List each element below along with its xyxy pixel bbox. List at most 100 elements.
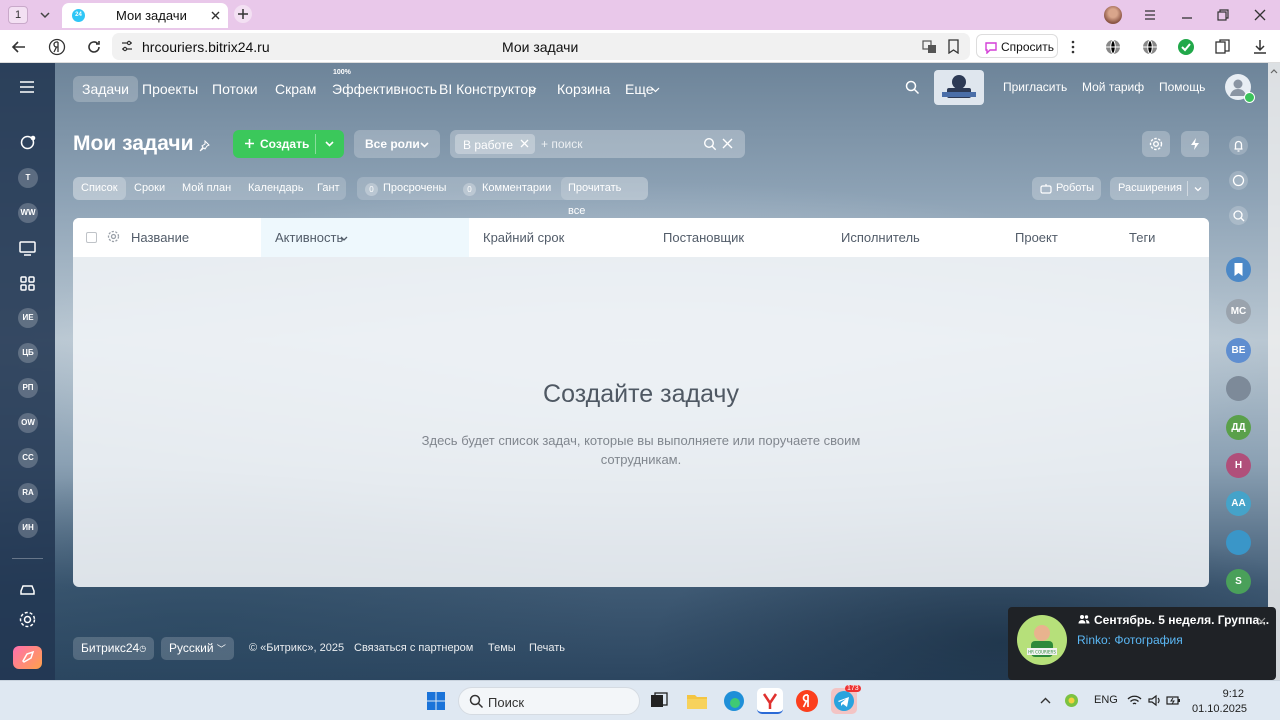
- menu-icon[interactable]: [1142, 7, 1158, 23]
- apps-grid-icon[interactable]: [18, 274, 37, 293]
- tab-deadlines[interactable]: Сроки: [134, 177, 165, 200]
- search-input[interactable]: + поиск: [541, 137, 582, 151]
- globe-icon[interactable]: [1141, 38, 1159, 56]
- create-task-button[interactable]: Создать: [233, 130, 344, 158]
- windows-start-icon[interactable]: [426, 691, 446, 711]
- settings-gear-icon[interactable]: [18, 610, 37, 629]
- column-header[interactable]: Проект: [1015, 230, 1058, 245]
- reload-icon[interactable]: [85, 38, 103, 56]
- tab-my-plan[interactable]: Мой план: [182, 177, 231, 200]
- sidebar-chat-avatar[interactable]: WW: [18, 203, 38, 223]
- chat-avatar[interactable]: S: [1226, 569, 1251, 594]
- edge-browser-icon[interactable]: [721, 688, 747, 714]
- sidebar-chat-avatar[interactable]: OW: [18, 413, 38, 433]
- roles-dropdown[interactable]: Все роли: [354, 130, 440, 158]
- nav-tasks[interactable]: Задачи: [73, 76, 139, 102]
- tab-gantt[interactable]: Гант: [317, 177, 340, 200]
- sidebar-chat-avatar[interactable]: RA: [18, 483, 38, 503]
- search-filter-field[interactable]: В работе + поиск: [450, 130, 745, 158]
- translate-icon[interactable]: [922, 39, 937, 54]
- chat-avatar[interactable]: ВЕ: [1226, 338, 1251, 363]
- overdue-filter[interactable]: Просрочены: [383, 182, 446, 194]
- volume-icon[interactable]: [1147, 693, 1162, 708]
- tray-app-icon[interactable]: [1064, 693, 1079, 708]
- site-settings-icon[interactable]: [120, 39, 134, 53]
- company-logo[interactable]: [934, 70, 984, 105]
- user-avatar[interactable]: [1225, 74, 1255, 103]
- crm-icon[interactable]: [1228, 170, 1249, 191]
- tariff-link[interactable]: Мой тариф: [1082, 80, 1144, 94]
- chevron-up-icon[interactable]: [1038, 693, 1053, 708]
- chat-avatar[interactable]: МС: [1226, 299, 1251, 324]
- telegram-icon[interactable]: 173: [831, 685, 861, 714]
- pulse-icon[interactable]: [18, 133, 37, 152]
- pin-icon[interactable]: [198, 140, 210, 152]
- tab-counter[interactable]: 1: [8, 6, 28, 24]
- nav-scrum[interactable]: Скрам: [275, 76, 316, 102]
- robots-button[interactable]: Роботы: [1032, 177, 1101, 200]
- chat-avatar[interactable]: ДД: [1226, 415, 1251, 440]
- themes-link[interactable]: Темы: [488, 642, 516, 654]
- nav-projects[interactable]: Проекты: [142, 76, 198, 102]
- menu-burger-icon[interactable]: [19, 80, 35, 94]
- column-settings-gear-icon[interactable]: [107, 230, 120, 243]
- vpn-globe-icon[interactable]: [1104, 38, 1122, 56]
- yandex-icon[interactable]: [794, 688, 820, 714]
- restore-icon[interactable]: [1215, 7, 1231, 23]
- ask-button[interactable]: Спросить: [976, 34, 1058, 58]
- notification-toast[interactable]: HR COURIERS Сентябрь. 5 неделя. Группа..…: [1008, 607, 1276, 680]
- sidebar-chat-avatar[interactable]: CC: [18, 448, 38, 468]
- nav-more[interactable]: Еще: [625, 76, 654, 102]
- nav-bi-builder[interactable]: BI Конструктор: [439, 76, 536, 102]
- back-arrow-icon[interactable]: [10, 38, 28, 56]
- chat-avatar[interactable]: АА: [1226, 491, 1251, 516]
- clear-search-icon[interactable]: [722, 138, 733, 149]
- close-notification-icon[interactable]: [1257, 617, 1266, 626]
- file-explorer-icon[interactable]: [684, 688, 710, 714]
- url-field[interactable]: hrcouriers.bitrix24.ru Мои задачи: [112, 33, 970, 60]
- yandex-browser-icon[interactable]: [757, 688, 783, 714]
- task-view-icon[interactable]: [646, 688, 672, 714]
- collections-icon[interactable]: [1214, 38, 1232, 56]
- sidebar-chat-avatar[interactable]: РП: [18, 378, 38, 398]
- bell-icon[interactable]: [1228, 135, 1249, 156]
- minimize-icon[interactable]: [1179, 7, 1195, 23]
- monitor-icon[interactable]: [18, 239, 37, 258]
- chevron-down-icon[interactable]: [36, 7, 54, 23]
- more-vertical-icon[interactable]: [1064, 38, 1082, 56]
- column-header[interactable]: Постановщик: [663, 230, 744, 245]
- close-window-icon[interactable]: [1252, 7, 1268, 23]
- car-icon[interactable]: [18, 579, 37, 598]
- download-icon[interactable]: [1251, 38, 1269, 56]
- column-header[interactable]: Активность: [275, 230, 343, 245]
- automation-button[interactable]: [1181, 131, 1209, 157]
- search-icon[interactable]: [905, 80, 920, 95]
- system-clock[interactable]: 9:12 01.10.2025: [1192, 687, 1247, 717]
- wifi-icon[interactable]: [1127, 693, 1142, 708]
- tab-list[interactable]: Список: [73, 177, 126, 200]
- market-button[interactable]: [13, 646, 42, 669]
- language-dropdown[interactable]: Русский ﹀: [161, 637, 234, 660]
- extensions-dropdown[interactable]: Расширения: [1110, 177, 1209, 200]
- read-all-button[interactable]: Прочитать все: [561, 177, 648, 217]
- nav-efficiency[interactable]: Эффективность: [332, 76, 437, 102]
- settings-button[interactable]: [1142, 131, 1170, 157]
- column-header[interactable]: Крайний срок: [483, 230, 564, 245]
- scroll-up-icon[interactable]: [1268, 66, 1280, 76]
- chevron-down-icon[interactable]: [324, 138, 335, 149]
- help-link[interactable]: Помощь: [1159, 80, 1205, 94]
- input-language[interactable]: ENG: [1094, 694, 1118, 706]
- taskbar-search[interactable]: Поиск: [458, 687, 640, 715]
- browser-tab-active[interactable]: 24 Мои задачи: [62, 3, 228, 28]
- comments-filter[interactable]: Комментарии: [482, 182, 551, 194]
- sidebar-chat-avatar[interactable]: ИН: [18, 518, 38, 538]
- select-all-checkbox[interactable]: [86, 232, 97, 243]
- filter-chip[interactable]: В работе: [455, 134, 535, 154]
- battery-icon[interactable]: [1166, 693, 1181, 708]
- profile-avatar[interactable]: [1104, 6, 1122, 24]
- close-tab-icon[interactable]: [209, 9, 222, 22]
- bookmark-icon[interactable]: [946, 39, 961, 54]
- column-header[interactable]: Название: [131, 230, 189, 245]
- column-header[interactable]: Исполнитель: [841, 230, 920, 245]
- search-icon[interactable]: [703, 137, 717, 151]
